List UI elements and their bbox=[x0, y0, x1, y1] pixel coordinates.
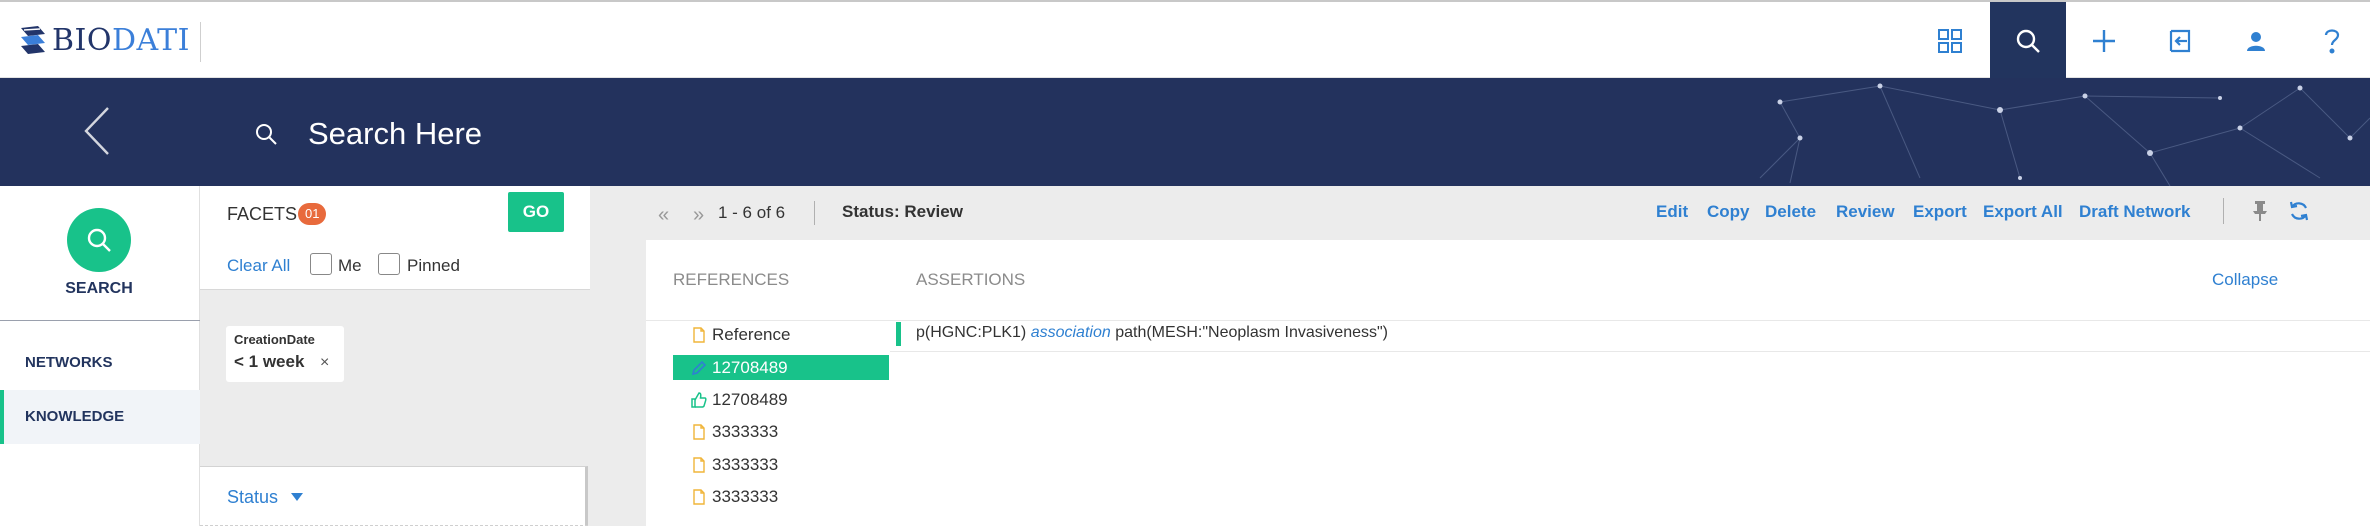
status-value: Review bbox=[904, 202, 963, 221]
chevron-left-icon bbox=[84, 107, 109, 155]
nav-item-knowledge[interactable]: KNOWLEDGE bbox=[0, 390, 200, 444]
search-icon bbox=[256, 124, 277, 145]
me-checkbox[interactable] bbox=[310, 253, 332, 275]
facets-panel: FACETS 01 GO Clear All Me Pinned Creatio… bbox=[200, 186, 592, 526]
search-banner: Search Here bbox=[0, 78, 2370, 186]
help-button[interactable] bbox=[2294, 2, 2370, 80]
main-content: « » 1 - 6 of 6 Status: Review Edit Copy … bbox=[592, 186, 2370, 526]
facets-header: FACETS 01 GO Clear All Me Pinned bbox=[200, 186, 590, 290]
collapse-link[interactable]: Collapse bbox=[2212, 270, 2278, 290]
actions-divider bbox=[2223, 198, 2224, 224]
export-button[interactable]: Export bbox=[1913, 202, 1967, 222]
pin-icon bbox=[2253, 201, 2267, 221]
user-profile-button[interactable] bbox=[2218, 2, 2294, 80]
add-button[interactable] bbox=[2066, 2, 2142, 80]
status-prefix: Status: bbox=[842, 202, 900, 221]
reference-item[interactable]: 3333333 bbox=[673, 484, 889, 509]
help-icon bbox=[2324, 29, 2340, 54]
assertion-object: path(MESH:"Neoplasm Invasiveness") bbox=[1115, 324, 1388, 341]
search-input[interactable]: Search Here bbox=[308, 116, 482, 152]
refresh-button[interactable] bbox=[2288, 200, 2310, 227]
results-card: REFERENCES ASSERTIONS Collapse Reference… bbox=[646, 240, 2370, 526]
logo-text: BIODATI bbox=[52, 22, 190, 58]
caret-down-icon bbox=[291, 493, 303, 501]
logo-divider bbox=[200, 22, 201, 62]
apps-grid-button[interactable] bbox=[1912, 2, 1988, 80]
left-nav: SEARCH NETWORKS KNOWLEDGE bbox=[0, 186, 200, 526]
reference-label: 12708489 bbox=[712, 357, 788, 377]
reference-label: 3333333 bbox=[712, 486, 779, 506]
file-icon bbox=[690, 423, 708, 441]
search-circle-button[interactable] bbox=[67, 208, 131, 272]
search-nav-button[interactable] bbox=[1990, 2, 2066, 80]
thumbs-up-icon bbox=[690, 391, 708, 409]
export-all-button[interactable]: Export All bbox=[1983, 202, 2063, 222]
chip-remove-button[interactable]: × bbox=[320, 354, 329, 372]
reference-item[interactable]: Reference bbox=[673, 322, 889, 347]
edit-icon bbox=[690, 359, 708, 377]
facets-title: FACETS bbox=[227, 204, 298, 224]
pinned-checkbox-label: Pinned bbox=[407, 256, 460, 275]
clear-all-link[interactable]: Clear All bbox=[227, 256, 290, 276]
reference-item[interactable]: 12708489 bbox=[673, 387, 889, 412]
banner-search-icon bbox=[254, 122, 278, 151]
facets-count-badge: 01 bbox=[298, 203, 327, 225]
reference-label: 3333333 bbox=[712, 421, 779, 441]
plus-icon bbox=[2093, 30, 2115, 52]
reference-item-selected[interactable]: 12708489 bbox=[673, 355, 889, 380]
reference-label: Reference bbox=[712, 324, 791, 344]
pagination-range: 1 - 6 of 6 bbox=[718, 203, 786, 222]
file-icon bbox=[690, 488, 708, 506]
pin-button[interactable] bbox=[2252, 200, 2268, 227]
search-icon bbox=[87, 228, 111, 252]
search-icon bbox=[2016, 29, 2040, 53]
search-nav-label[interactable]: SEARCH bbox=[0, 280, 198, 298]
nav-item-networks[interactable]: NETWORKS bbox=[0, 336, 200, 390]
reference-item[interactable]: 3333333 bbox=[673, 419, 889, 444]
top-bar: BIODATI bbox=[0, 0, 2370, 80]
reference-label: 12708489 bbox=[712, 389, 788, 409]
status-facet-label[interactable]: Status bbox=[227, 487, 278, 508]
refresh-icon bbox=[2289, 201, 2309, 221]
back-button[interactable] bbox=[82, 106, 112, 161]
status-facet[interactable]: Status bbox=[200, 466, 588, 526]
delete-button[interactable]: Delete bbox=[1765, 202, 1816, 222]
nav-divider bbox=[0, 320, 200, 321]
reference-item[interactable]: 3333333 bbox=[673, 452, 889, 477]
biodati-logo[interactable]: BIODATI bbox=[18, 16, 190, 64]
toolbar-divider bbox=[814, 201, 815, 225]
edit-button[interactable]: Edit bbox=[1656, 202, 1688, 222]
me-checkbox-label: Me bbox=[338, 256, 362, 275]
import-icon bbox=[2169, 29, 2191, 53]
references-header: REFERENCES bbox=[673, 270, 790, 289]
assertion-subject: p(HGNC:PLK1) bbox=[916, 324, 1027, 341]
chip-value: < 1 week bbox=[234, 352, 305, 371]
assertion-divider bbox=[890, 351, 2370, 352]
chip-label: CreationDate bbox=[234, 332, 315, 347]
go-button[interactable]: GO bbox=[508, 192, 564, 232]
user-icon bbox=[2247, 32, 2265, 51]
assertions-header: ASSERTIONS bbox=[916, 270, 1026, 289]
review-button[interactable]: Review bbox=[1836, 202, 1895, 222]
file-icon bbox=[690, 456, 708, 474]
creation-date-chip: CreationDate < 1 week × bbox=[226, 326, 344, 382]
network-graphic bbox=[1759, 83, 2370, 186]
header-divider bbox=[646, 320, 2370, 321]
next-page-button[interactable]: » bbox=[693, 204, 704, 227]
pinned-checkbox[interactable] bbox=[378, 253, 400, 275]
biodati-logo-icon bbox=[21, 26, 45, 54]
import-button[interactable] bbox=[2142, 2, 2218, 80]
status-indicator: Status: Review bbox=[842, 202, 963, 222]
assertion-relation: association bbox=[1030, 324, 1111, 341]
file-icon bbox=[690, 326, 708, 344]
assertion-row[interactable]: p(HGNC:PLK1) association path(MESH:"Neop… bbox=[916, 324, 1388, 342]
copy-button[interactable]: Copy bbox=[1707, 202, 1750, 222]
draft-network-button[interactable]: Draft Network bbox=[2079, 202, 2190, 222]
assertion-status-bar bbox=[896, 322, 901, 346]
prev-page-button[interactable]: « bbox=[658, 204, 669, 227]
reference-label: 3333333 bbox=[712, 454, 779, 474]
grid-icon bbox=[1938, 29, 1962, 53]
